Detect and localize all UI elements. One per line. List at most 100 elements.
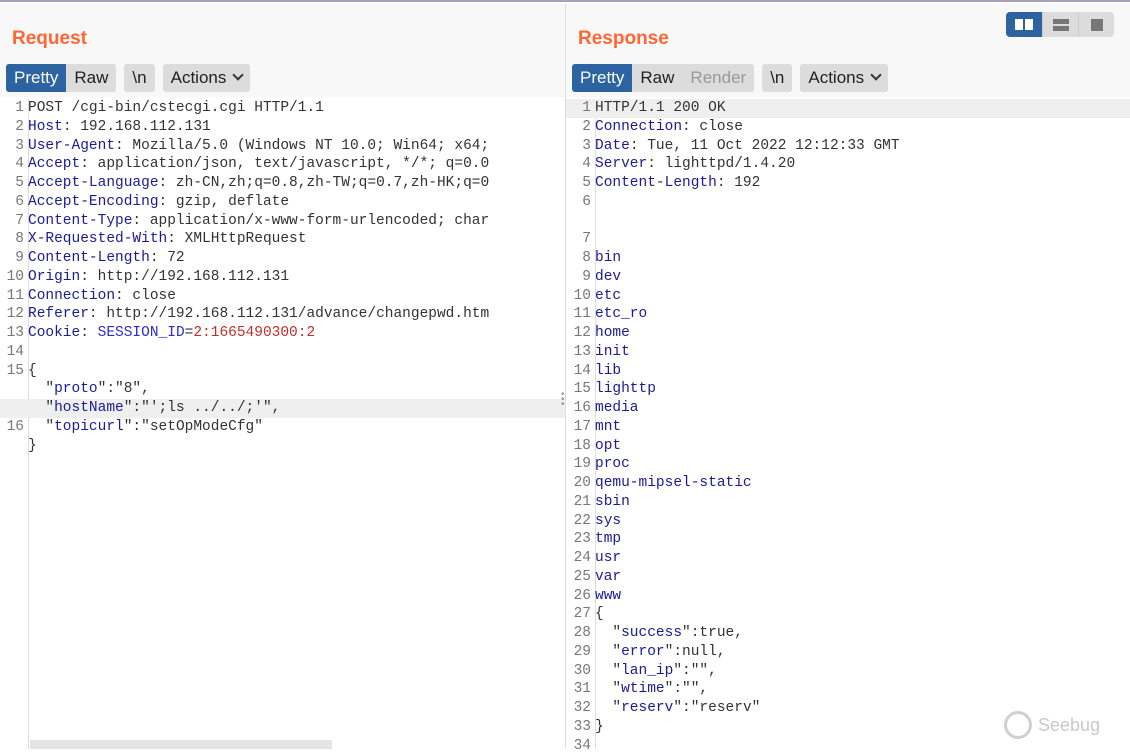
response-actions-button[interactable]: Actions	[800, 64, 888, 92]
panel-resize-handle[interactable]: •••	[561, 392, 565, 407]
code-line: 10etc	[566, 287, 1130, 306]
code-token: Content-Length	[28, 250, 150, 266]
line-number: 1	[566, 99, 595, 118]
code-text: "	[595, 644, 621, 660]
code-line: 18opt	[566, 437, 1130, 456]
code-token: lighttp	[595, 381, 656, 397]
line-number: 27	[566, 605, 595, 624]
code-token: proto	[54, 381, 98, 397]
response-tab-raw[interactable]: Raw	[632, 64, 682, 92]
code-line: 12Referer: http://192.168.112.131/advanc…	[0, 305, 565, 324]
code-text: : 192.168.112.131	[63, 119, 211, 135]
horizontal-scrollbar[interactable]	[30, 740, 332, 749]
code-line: 19proc	[566, 455, 1130, 474]
layout-single-button[interactable]	[1078, 12, 1114, 37]
code-token: etc_ro	[595, 306, 647, 322]
request-actions-button[interactable]: Actions	[163, 64, 251, 92]
code-line: 11etc_ro	[566, 305, 1130, 324]
code-token: usr	[595, 550, 621, 566]
code-text: : http://192.168.112.131	[80, 269, 289, 285]
code-text: : application/json, text/javascript, */*…	[80, 156, 489, 172]
code-text: : 192	[717, 175, 761, 191]
watermark: Seebug	[1004, 711, 1100, 739]
code-line: 27{	[566, 605, 1130, 624]
code-token: reserv	[621, 700, 673, 716]
code-text: : gzip, deflate	[159, 194, 290, 210]
response-editor[interactable]: 1HTTP/1.1 200 OK2Connection: close3Date:…	[566, 99, 1130, 749]
code-text: "	[595, 700, 621, 716]
code-token: Date	[595, 138, 630, 154]
code-token: SESSION_ID	[98, 325, 185, 341]
line-number: 13	[0, 324, 28, 343]
code-token: User-Agent	[28, 138, 115, 154]
line-number: 9	[566, 268, 595, 287]
line-number: 21	[566, 493, 595, 512]
response-panel: Response Pretty Raw Render \n Actions 1H…	[566, 4, 1130, 749]
code-line: 11Connection: close	[0, 287, 565, 306]
code-token: Connection	[595, 119, 682, 135]
code-text: ":"8",	[98, 381, 150, 397]
code-text: "	[28, 381, 54, 397]
code-text: ":"';ls ../../;'",	[124, 400, 281, 416]
code-line: 28 "success":true,	[566, 624, 1130, 643]
layout-stacked-button[interactable]	[1042, 12, 1078, 37]
code-token: hostName	[54, 400, 124, 416]
code-token: mnt	[595, 419, 621, 435]
code-line: 14	[0, 343, 565, 362]
code-line: 10Origin: http://192.168.112.131	[0, 268, 565, 287]
rows-icon	[1053, 19, 1069, 31]
code-token: init	[595, 344, 630, 360]
code-token: Cookie	[28, 325, 80, 341]
code-line: 4Accept: application/json, text/javascri…	[0, 155, 565, 174]
code-token: Origin	[28, 269, 80, 285]
line-number: 7	[566, 230, 595, 249]
request-tab-pretty[interactable]: Pretty	[6, 64, 66, 92]
code-token: etc	[595, 288, 621, 304]
square-icon	[1091, 19, 1103, 31]
code-line: 34	[566, 737, 1130, 755]
code-line: 1HTTP/1.1 200 OK	[566, 99, 1130, 118]
code-token: home	[595, 325, 630, 341]
code-token: qemu-mipsel-static	[595, 475, 752, 491]
code-text: {	[595, 606, 604, 622]
code-line: 17mnt	[566, 418, 1130, 437]
response-tab-pretty[interactable]: Pretty	[572, 64, 632, 92]
line-number: 14	[566, 362, 595, 381]
code-text: ":"reserv"	[673, 700, 760, 716]
code-text: ":"setOpModeCfg"	[124, 419, 263, 435]
response-newline-toggle[interactable]: \n	[762, 64, 792, 92]
line-number: 33	[566, 718, 595, 737]
code-text: "	[28, 419, 54, 435]
code-token: Referer	[28, 306, 89, 322]
code-line: 4Server: lighttpd/1.4.20	[566, 155, 1130, 174]
line-number: 1	[0, 99, 28, 118]
code-line: 2Host: 192.168.112.131	[0, 118, 565, 137]
line-number: 19	[566, 455, 595, 474]
code-line: 31 "wtime":"",	[566, 680, 1130, 699]
request-editor[interactable]: 1POST /cgi-bin/cstecgi.cgi HTTP/1.12Host…	[0, 99, 565, 749]
line-number: 12	[566, 324, 595, 343]
code-token: proc	[595, 456, 630, 472]
code-line	[566, 212, 1130, 231]
code-token: Accept-Encoding	[28, 194, 159, 210]
line-number: 10	[0, 268, 28, 287]
code-line: 1POST /cgi-bin/cstecgi.cgi HTTP/1.1	[0, 99, 565, 118]
code-text: HTTP/1.1 200 OK	[595, 100, 726, 116]
line-number: 18	[566, 437, 595, 456]
code-text: "	[595, 625, 621, 641]
layout-side-by-side-button[interactable]	[1006, 12, 1042, 37]
code-text: POST /cgi-bin/cstecgi.cgi HTTP/1.1	[28, 100, 324, 116]
request-newline-toggle[interactable]: \n	[124, 64, 154, 92]
request-tab-raw[interactable]: Raw	[66, 64, 116, 92]
line-number: 14	[0, 343, 28, 362]
code-line: 25var	[566, 568, 1130, 587]
code-text: }	[595, 719, 604, 735]
code-token: sys	[595, 513, 621, 529]
line-number: 31	[566, 680, 595, 699]
code-token: media	[595, 400, 639, 416]
code-token: Content-Length	[595, 175, 717, 191]
line-number: 5	[566, 174, 595, 193]
response-tab-render[interactable]: Render	[682, 64, 754, 92]
code-text: ":null,	[665, 644, 726, 660]
line-number: 6	[566, 193, 595, 212]
